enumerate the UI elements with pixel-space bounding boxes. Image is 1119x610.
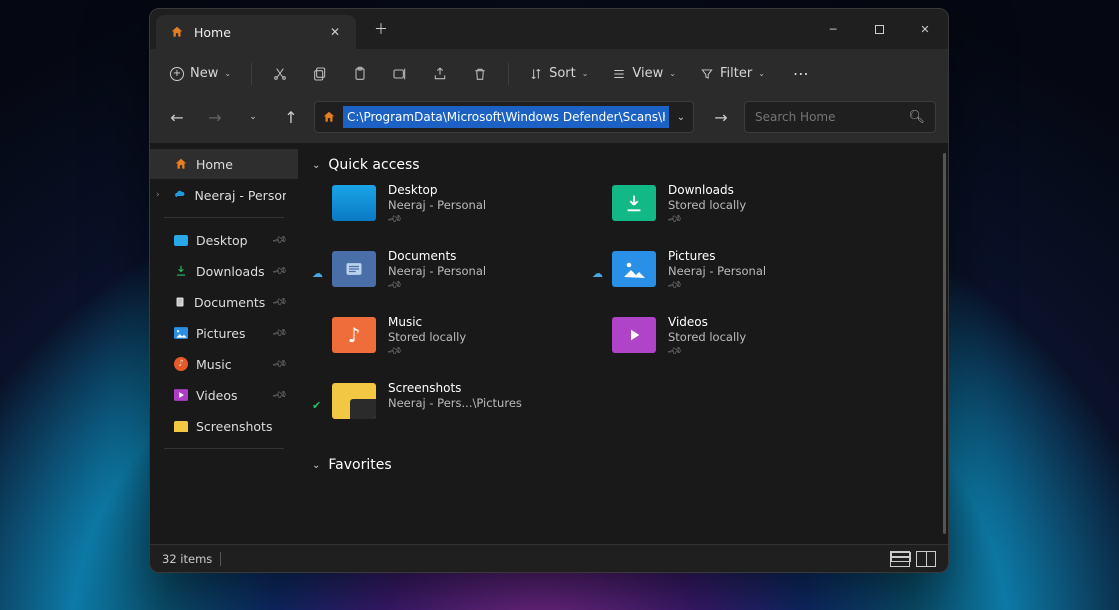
sidebar: Home › Neeraj - Persona Desktop 📌︎ Downl… bbox=[150, 143, 298, 544]
pin-icon: 📌︎ bbox=[386, 211, 403, 227]
paste-button[interactable] bbox=[342, 57, 378, 91]
home-icon bbox=[315, 110, 343, 124]
search-box[interactable]: 🔍︎ bbox=[744, 101, 936, 133]
copy-button[interactable] bbox=[302, 57, 338, 91]
pin-icon: 📌︎ bbox=[271, 356, 288, 372]
tile-music[interactable]: ♪ MusicStored locally📌︎ bbox=[332, 315, 592, 369]
recent-button[interactable]: ⌄ bbox=[238, 102, 268, 132]
desktop-icon bbox=[332, 185, 376, 221]
more-button[interactable]: ⋯ bbox=[783, 57, 819, 91]
section-favorites[interactable]: ⌄ Favorites bbox=[312, 457, 942, 473]
sidebar-item-videos[interactable]: Videos 📌︎ bbox=[150, 380, 298, 410]
up-button[interactable]: ↑ bbox=[276, 102, 306, 132]
delete-button[interactable] bbox=[462, 57, 498, 91]
pin-icon: 📌︎ bbox=[666, 277, 683, 293]
search-icon: 🔍︎ bbox=[908, 110, 925, 125]
tile-screenshots[interactable]: ✔ ScreenshotsNeeraj - Pers...\Pictures bbox=[332, 381, 592, 435]
view-button[interactable]: View⌄ bbox=[602, 57, 686, 91]
sidebar-item-music[interactable]: ♪ Music 📌︎ bbox=[150, 349, 298, 379]
pin-icon: 📌︎ bbox=[386, 277, 403, 293]
pin-icon: 📌︎ bbox=[666, 343, 683, 359]
chevron-down-icon: ⌄ bbox=[312, 460, 320, 471]
pin-icon: 📌︎ bbox=[271, 325, 288, 341]
pin-icon: 📌︎ bbox=[386, 343, 403, 359]
tile-videos[interactable]: VideosStored locally📌︎ bbox=[612, 315, 872, 369]
back-button[interactable]: ← bbox=[162, 102, 192, 132]
go-button[interactable]: → bbox=[706, 102, 736, 132]
screenshots-icon bbox=[332, 383, 376, 419]
rename-button[interactable] bbox=[382, 57, 418, 91]
minimize-button[interactable]: ─ bbox=[810, 9, 856, 49]
pictures-icon bbox=[612, 251, 656, 287]
forward-button[interactable]: → bbox=[200, 102, 230, 132]
section-quick-access[interactable]: ⌄ Quick access bbox=[312, 157, 942, 173]
item-count: 32 items bbox=[162, 552, 212, 566]
content-area: ⌄ Quick access DesktopNeeraj - Personal📌… bbox=[298, 143, 948, 544]
filter-button[interactable]: Filter⌄ bbox=[690, 57, 775, 91]
sidebar-item-home[interactable]: Home bbox=[150, 149, 298, 179]
maximize-button[interactable] bbox=[856, 9, 902, 49]
tile-documents[interactable]: ☁ DocumentsNeeraj - Personal📌︎ bbox=[332, 249, 592, 303]
music-icon: ♪ bbox=[332, 317, 376, 353]
address-input[interactable] bbox=[343, 106, 669, 128]
sidebar-item-documents[interactable]: Documents 📌︎ bbox=[150, 287, 298, 317]
scrollbar[interactable] bbox=[943, 153, 946, 534]
downloads-icon bbox=[612, 185, 656, 221]
chevron-right-icon: › bbox=[156, 190, 160, 200]
new-button[interactable]: + New⌄ bbox=[160, 57, 241, 91]
sidebar-item-screenshots[interactable]: Screenshots bbox=[150, 411, 298, 441]
synced-icon: ✔ bbox=[312, 399, 321, 412]
tab-label: Home bbox=[194, 25, 318, 40]
sidebar-item-onedrive[interactable]: › Neeraj - Persona bbox=[150, 180, 298, 210]
sort-button[interactable]: Sort⌄ bbox=[519, 57, 598, 91]
tile-downloads[interactable]: DownloadsStored locally📌︎ bbox=[612, 183, 872, 237]
search-input[interactable] bbox=[755, 110, 908, 124]
file-explorer-window: Home ✕ ＋ ─ ✕ + New⌄ Sort⌄ View⌄ bbox=[149, 8, 949, 573]
icons-view-button[interactable] bbox=[916, 551, 936, 567]
cut-button[interactable] bbox=[262, 57, 298, 91]
pin-icon: 📌︎ bbox=[271, 263, 288, 279]
titlebar: Home ✕ ＋ ─ ✕ bbox=[150, 9, 948, 49]
videos-icon bbox=[612, 317, 656, 353]
pin-icon: 📌︎ bbox=[271, 232, 288, 248]
tab-home[interactable]: Home ✕ bbox=[156, 15, 356, 49]
details-view-button[interactable] bbox=[890, 551, 910, 567]
cloud-sync-icon: ☁ bbox=[312, 267, 323, 280]
cloud-sync-icon: ☁ bbox=[592, 267, 603, 280]
sidebar-item-downloads[interactable]: Downloads 📌︎ bbox=[150, 256, 298, 286]
sidebar-item-pictures[interactable]: Pictures 📌︎ bbox=[150, 318, 298, 348]
pin-icon: 📌︎ bbox=[666, 211, 683, 227]
toolbar: + New⌄ Sort⌄ View⌄ Filter⌄ ⋯ bbox=[150, 49, 948, 97]
tile-desktop[interactable]: DesktopNeeraj - Personal📌︎ bbox=[332, 183, 592, 237]
close-tab-icon[interactable]: ✕ bbox=[328, 25, 342, 39]
share-button[interactable] bbox=[422, 57, 458, 91]
pin-icon: 📌︎ bbox=[271, 387, 288, 403]
statusbar: 32 items bbox=[150, 544, 948, 572]
address-history-button[interactable]: ⌄ bbox=[669, 112, 693, 123]
sidebar-item-desktop[interactable]: Desktop 📌︎ bbox=[150, 225, 298, 255]
address-bar[interactable]: ⌄ bbox=[314, 101, 694, 133]
pin-icon: 📌︎ bbox=[271, 294, 288, 310]
documents-icon bbox=[332, 251, 376, 287]
navbar: ← → ⌄ ↑ ⌄ → 🔍︎ bbox=[150, 97, 948, 143]
new-tab-button[interactable]: ＋ bbox=[366, 14, 396, 44]
close-window-button[interactable]: ✕ bbox=[902, 9, 948, 49]
tile-pictures[interactable]: ☁ PicturesNeeraj - Personal📌︎ bbox=[612, 249, 872, 303]
chevron-down-icon: ⌄ bbox=[312, 160, 320, 171]
home-icon bbox=[170, 25, 184, 39]
